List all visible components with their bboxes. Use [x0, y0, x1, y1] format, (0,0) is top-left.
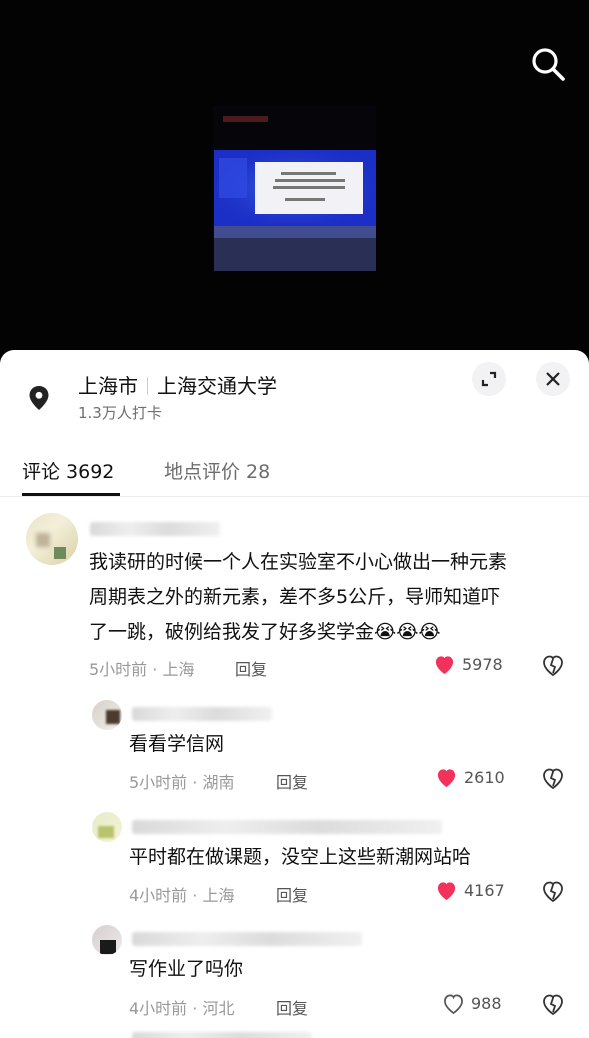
location-pin-icon — [29, 386, 49, 410]
close-button[interactable] — [536, 362, 570, 396]
tab-place-reviews[interactable]: 地点评价 28 — [164, 457, 270, 484]
avatar[interactable] — [92, 925, 122, 955]
reply-button[interactable]: 回复 — [276, 769, 308, 793]
tab-comments[interactable]: 评论 3692 — [22, 457, 114, 484]
crying-emoji: 😭😭😭 — [374, 621, 441, 643]
heart-outline-icon — [444, 994, 463, 1014]
close-icon — [546, 372, 560, 386]
title-separator — [147, 377, 148, 395]
dislike-heart-icon[interactable] — [541, 993, 565, 1017]
blurred-username — [132, 707, 272, 721]
heart-filled-icon — [437, 769, 456, 788]
reply-meta: 4小时前 · 河北 — [129, 999, 235, 1018]
like-button[interactable]: 988 — [442, 993, 502, 1014]
like-button[interactable]: 2610 — [435, 767, 505, 788]
comment-meta: 5小时前 · 上海 — [89, 660, 195, 679]
comment-text: 我读研的时候一个人在实验室不小心做出一种元素 周期表之外的新元素，差不多5公斤，… — [89, 551, 508, 643]
reply-meta: 4小时前 · 上海 — [129, 886, 235, 905]
blurred-username — [90, 522, 220, 536]
dislike-heart-icon[interactable] — [541, 767, 565, 791]
video-background[interactable] — [0, 0, 589, 360]
blurred-username — [132, 932, 362, 946]
reply-button[interactable]: 回复 — [276, 882, 308, 906]
reply-button[interactable]: 回复 — [276, 995, 308, 1019]
heart-filled-icon — [437, 882, 456, 901]
like-count: 2610 — [464, 768, 505, 787]
expand-icon — [481, 371, 497, 387]
location-title[interactable]: 上海市 上海交通大学 — [78, 370, 277, 399]
reply-text: 平时都在做课题，没空上这些新潮网站哈 — [129, 846, 472, 868]
avatar[interactable] — [26, 513, 78, 565]
dislike-heart-icon[interactable] — [541, 654, 565, 678]
avatar[interactable] — [92, 700, 122, 730]
avatar[interactable] — [92, 812, 122, 842]
expand-button[interactable] — [472, 362, 506, 396]
like-count: 988 — [471, 994, 502, 1013]
like-count: 5978 — [462, 655, 503, 674]
location-city: 上海市 — [78, 374, 138, 398]
reply-text: 写作业了吗你 — [129, 958, 244, 980]
like-button[interactable]: 4167 — [435, 880, 505, 901]
blurred-next-row — [132, 1032, 312, 1038]
reply-button[interactable]: 回复 — [235, 656, 267, 680]
blurred-username — [132, 820, 442, 834]
reply-meta: 5小时前 · 湖南 — [129, 773, 235, 792]
like-button[interactable]: 5978 — [433, 654, 503, 675]
comments-sheet: 上海市 上海交通大学 1.3万人打卡 评论 3692 地点评价 28 我读研的时候… — [0, 350, 589, 1038]
video-frame-stage — [213, 106, 376, 271]
location-place: 上海交通大学 — [157, 374, 277, 398]
checkin-count: 1.3万人打卡 — [78, 404, 162, 422]
dislike-heart-icon[interactable] — [541, 880, 565, 904]
like-count: 4167 — [464, 881, 505, 900]
search-icon[interactable] — [529, 45, 567, 83]
reply-text: 看看学信网 — [129, 733, 225, 755]
heart-filled-icon — [435, 656, 454, 675]
tabs-divider — [0, 496, 589, 497]
